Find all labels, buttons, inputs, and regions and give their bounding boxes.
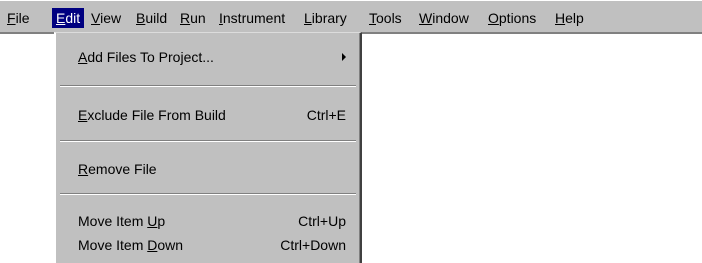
menu-instrument[interactable]: Instrument [215, 8, 289, 28]
menu-separator [60, 193, 356, 195]
menu-file[interactable]: File [3, 8, 34, 28]
menu-view[interactable]: View [87, 8, 125, 28]
menu-item-move-item-up[interactable]: Move Item Up Ctrl+Up [56, 209, 360, 233]
edit-menu-dropdown: Add Files To Project... Exclude File Fro… [54, 32, 362, 263]
shortcut-label: Ctrl+Up [298, 213, 346, 229]
menu-bar: File Edit View Build Run Instrument Libr… [0, 0, 702, 34]
shortcut-label: Ctrl+Down [280, 237, 346, 253]
menu-library[interactable]: Library [300, 8, 351, 28]
menu-item-remove-file[interactable]: Remove File [56, 157, 360, 181]
menu-tools[interactable]: Tools [365, 8, 406, 28]
menu-run[interactable]: Run [176, 8, 210, 28]
menu-options[interactable]: Options [484, 8, 540, 28]
menu-window[interactable]: Window [415, 8, 473, 28]
submenu-arrow-icon [342, 53, 346, 61]
menu-edit[interactable]: Edit [52, 8, 85, 28]
menu-build[interactable]: Build [132, 8, 171, 28]
shortcut-label: Ctrl+E [306, 107, 346, 123]
menu-item-exclude-file-from-build[interactable]: Exclude File From Build Ctrl+E [56, 103, 360, 127]
menu-item-add-files-to-project[interactable]: Add Files To Project... [56, 45, 360, 69]
menu-separator [60, 85, 356, 87]
menu-item-move-item-down[interactable]: Move Item Down Ctrl+Down [56, 233, 360, 257]
menu-separator [60, 140, 356, 142]
menu-help[interactable]: Help [551, 8, 588, 28]
